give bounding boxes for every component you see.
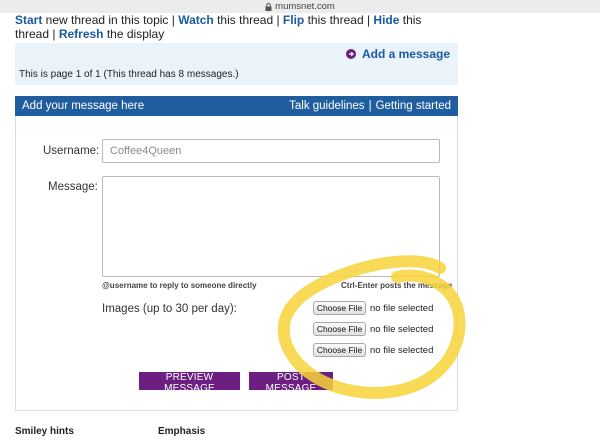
ctrl-enter-hint: Ctrl-Enter posts the message — [341, 281, 453, 290]
preview-message-button[interactable]: PREVIEW MESSAGE — [139, 372, 240, 394]
form-header-bar: Add your message here Talk guidelines | Ge… — [15, 96, 458, 116]
form-header-title: Add your message here — [22, 100, 145, 112]
thread-actions: Start new thread in this topic | Watch t… — [15, 13, 455, 41]
no-file-selected-text: no file selected — [370, 323, 434, 335]
start-rest-text: new thread in this topic | — [42, 13, 179, 27]
mention-hint: @username to reply to someone directly — [102, 281, 257, 290]
refresh-rest-text: the display — [103, 27, 165, 41]
url-text: mumsnet.com — [275, 1, 335, 12]
header-separator: | — [368, 100, 372, 112]
choose-file-button[interactable]: Choose File — [313, 301, 366, 315]
message-textarea[interactable] — [102, 176, 440, 277]
message-label: Message: — [48, 181, 98, 193]
hide-thread-link[interactable]: Hide — [373, 13, 399, 27]
talk-guidelines-link[interactable]: Talk guidelines — [289, 100, 364, 112]
flip-rest-text: this thread | — [304, 13, 374, 27]
add-message-link[interactable]: Add a message — [362, 47, 450, 61]
choose-file-button[interactable]: Choose File — [313, 343, 366, 357]
smiley-hints-heading: Smiley hints — [15, 426, 74, 437]
arrow-circle-icon — [345, 49, 356, 59]
refresh-display-link[interactable]: Refresh — [59, 27, 104, 41]
emphasis-heading: Emphasis — [158, 426, 206, 437]
no-file-selected-text: no file selected — [370, 302, 434, 314]
form-header-links: Talk guidelines | Getting started — [289, 100, 451, 112]
file-upload-row: Choose File no file selected — [313, 322, 433, 336]
post-message-button[interactable]: POST MESSAGE — [249, 372, 333, 394]
username-input[interactable] — [102, 139, 440, 163]
add-message-row: Add a message — [15, 43, 458, 65]
lock-icon — [265, 2, 272, 11]
watch-rest-text: this thread | — [213, 13, 283, 27]
page-info: This is page 1 of 1 (This thread has 8 m… — [15, 65, 458, 85]
file-upload-row: Choose File no file selected — [313, 301, 433, 315]
file-upload-row: Choose File no file selected — [313, 343, 433, 357]
username-label: Username: — [43, 145, 100, 157]
start-thread-link[interactable]: Start — [15, 13, 42, 27]
watch-thread-link[interactable]: Watch — [178, 13, 214, 27]
choose-file-button[interactable]: Choose File — [313, 322, 366, 336]
flip-thread-link[interactable]: Flip — [283, 13, 304, 27]
images-label: Images (up to 30 per day): — [102, 303, 237, 315]
browser-url-bar[interactable]: mumsnet.com — [0, 0, 600, 13]
getting-started-link[interactable]: Getting started — [376, 100, 451, 112]
no-file-selected-text: no file selected — [370, 344, 434, 356]
